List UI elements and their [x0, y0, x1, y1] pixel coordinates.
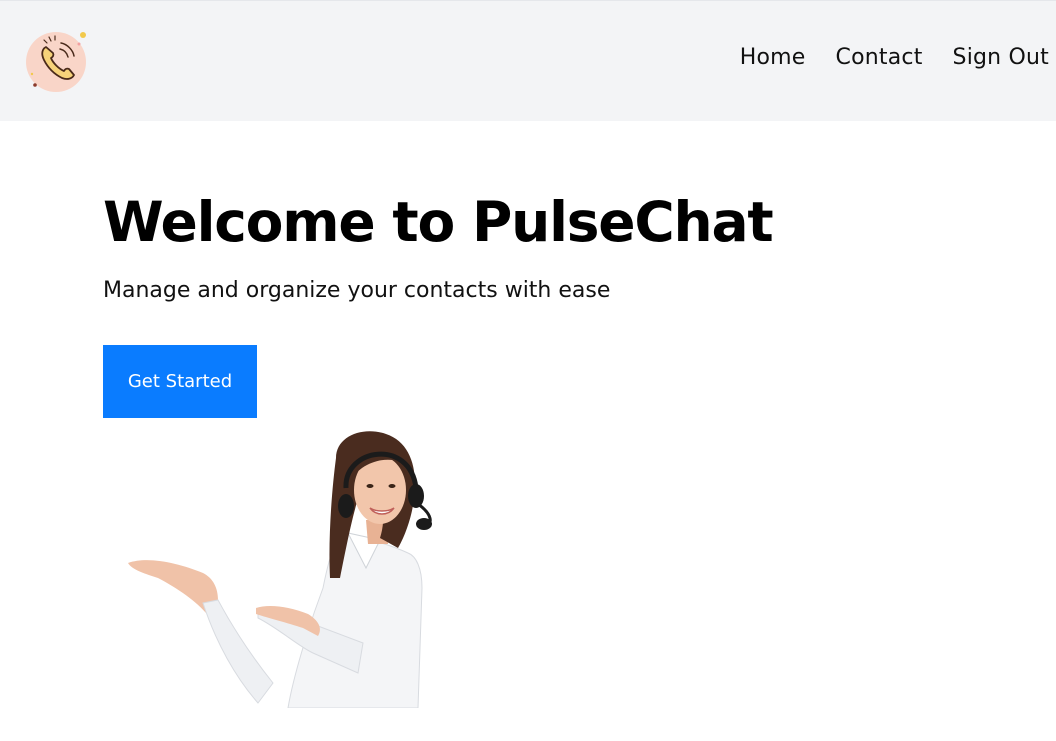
nav-sign-out-link[interactable]: Sign Out: [953, 45, 1049, 70]
nav-home-link[interactable]: Home: [740, 45, 806, 70]
nav-contact-link[interactable]: Contact: [836, 45, 923, 70]
get-started-button[interactable]: Get Started: [103, 345, 257, 418]
support-agent-image: [118, 428, 538, 709]
main-nav: Home Contact Sign Out: [740, 45, 1049, 70]
hero-subtitle: Manage and organize your contacts with e…: [103, 278, 611, 303]
hero-title: Welcome to PulseChat: [103, 190, 774, 254]
logo[interactable]: [24, 29, 90, 95]
top-navbar: Home Contact Sign Out: [0, 0, 1056, 121]
phone-icon: [26, 32, 86, 92]
